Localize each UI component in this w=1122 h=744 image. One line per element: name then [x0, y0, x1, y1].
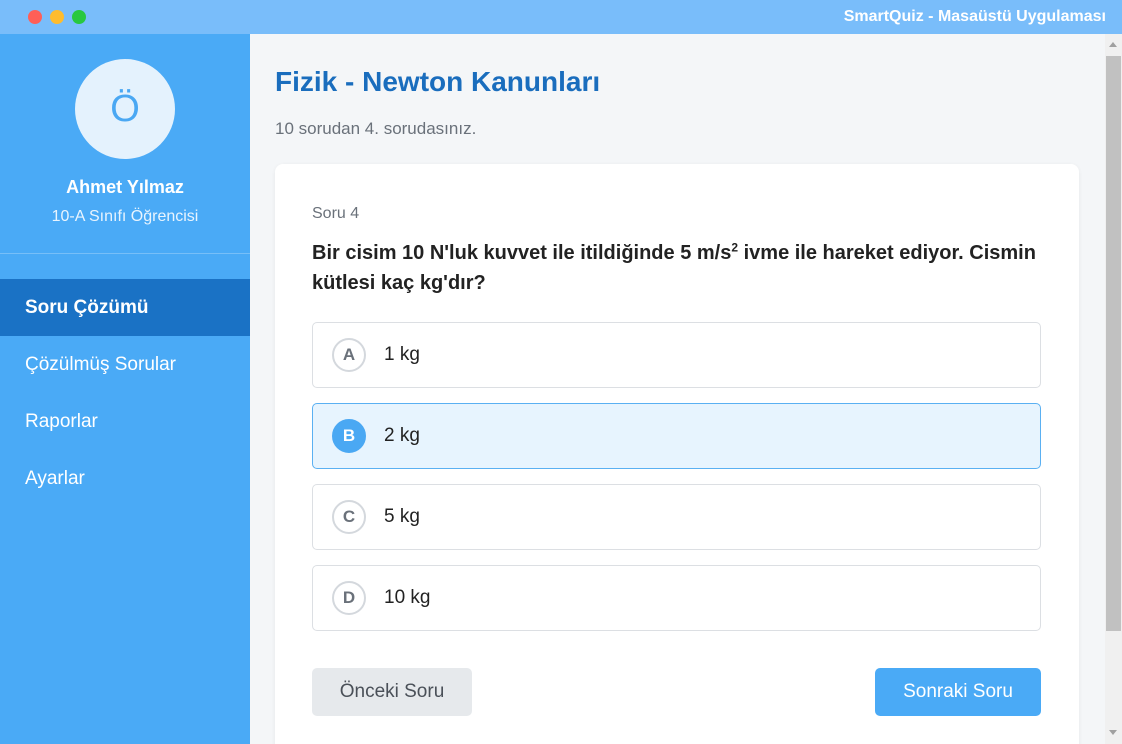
window-controls	[28, 10, 86, 24]
user-name: Ahmet Yılmaz	[66, 177, 184, 197]
option-letter: C	[332, 500, 366, 534]
vertical-scrollbar[interactable]	[1105, 34, 1122, 744]
scroll-up-arrow-icon[interactable]	[1109, 42, 1117, 47]
user-role: 10-A Sınıfı Öğrencisi	[51, 208, 199, 225]
progress-text: 10 sorudan 4. sorudasınız.	[275, 119, 477, 138]
sidebar-item-soru-cozumu[interactable]: Soru Çözümü	[0, 279, 250, 336]
question-text: Bir cisim 10 N'luk kuvvet ile itildiğind…	[312, 238, 1052, 298]
option-letter: B	[332, 419, 366, 453]
option-label: 5 kg	[384, 506, 420, 527]
option-c[interactable]: C 5 kg	[312, 484, 1041, 550]
avatar: Ö	[75, 59, 175, 159]
close-window-button[interactable]	[28, 10, 42, 24]
sidebar-item-ayarlar[interactable]: Ayarlar	[0, 450, 250, 507]
option-label: 10 kg	[384, 587, 431, 608]
scroll-down-arrow-icon[interactable]	[1109, 730, 1117, 735]
option-letter: D	[332, 581, 366, 615]
sidebar-item-cozulmus-sorular[interactable]: Çözülmüş Sorular	[0, 336, 250, 393]
window-title: SmartQuiz - Masaüstü Uygulaması	[843, 8, 1106, 25]
page-title: Fizik - Newton Kanunları	[275, 66, 601, 97]
option-letter: A	[332, 338, 366, 372]
sidebar: Ö Ahmet Yılmaz 10-A Sınıfı Öğrencisi Sor…	[0, 34, 250, 744]
option-label: 1 kg	[384, 344, 420, 365]
option-label: 2 kg	[384, 425, 420, 446]
option-a[interactable]: A 1 kg	[312, 322, 1041, 388]
question-card: Soru 4 Bir cisim 10 N'luk kuvvet ile iti…	[275, 164, 1079, 744]
main-content: Fizik - Newton Kanunları 10 sorudan 4. s…	[250, 34, 1105, 744]
previous-question-button[interactable]: Önceki Soru	[312, 668, 472, 716]
next-question-button[interactable]: Sonraki Soru	[875, 668, 1041, 716]
question-number: Soru 4	[312, 205, 360, 222]
sidebar-item-raporlar[interactable]: Raporlar	[0, 393, 250, 450]
sidebar-nav: Soru Çözümü Çözülmüş Sorular Raporlar Ay…	[0, 279, 250, 507]
sidebar-divider	[0, 253, 250, 254]
option-d[interactable]: D 10 kg	[312, 565, 1041, 631]
maximize-window-button[interactable]	[72, 10, 86, 24]
answer-options: A 1 kg B 2 kg C 5 kg D 10 kg	[312, 322, 1041, 646]
option-b[interactable]: B 2 kg	[312, 403, 1041, 469]
scrollbar-thumb[interactable]	[1106, 56, 1121, 631]
minimize-window-button[interactable]	[50, 10, 64, 24]
title-bar: SmartQuiz - Masaüstü Uygulaması	[0, 0, 1122, 34]
question-text-start: Bir cisim 10 N'luk kuvvet ile itildiğind…	[312, 242, 732, 264]
